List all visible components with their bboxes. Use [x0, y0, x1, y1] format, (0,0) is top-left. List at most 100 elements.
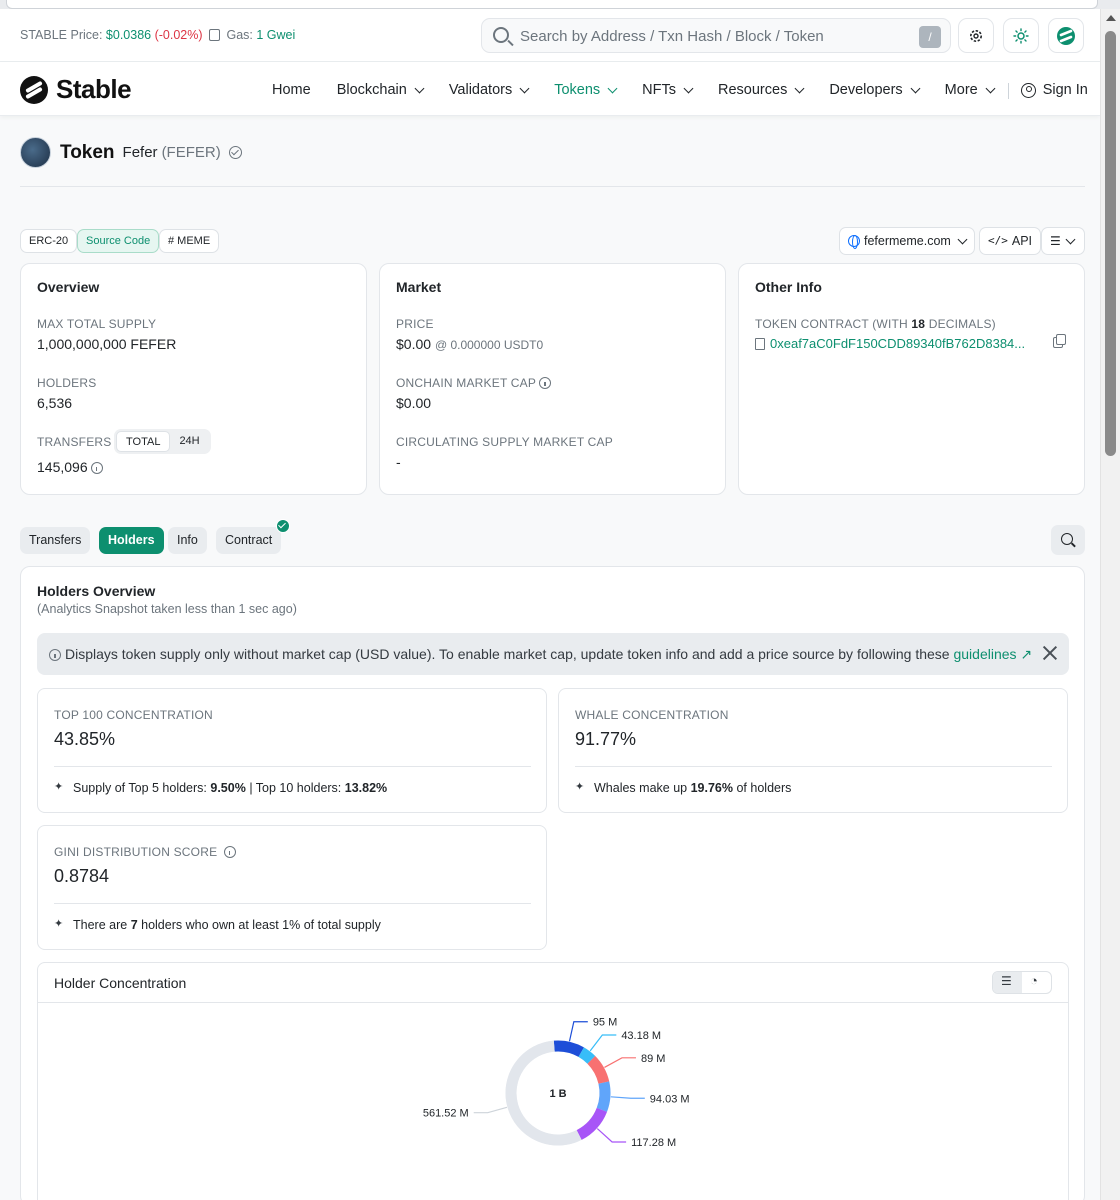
stat-value: 91.77% [575, 729, 637, 749]
donut-slice[interactable] [553, 1040, 584, 1058]
donut-slice[interactable] [587, 1055, 610, 1085]
search-icon [1061, 533, 1073, 545]
donut-slice[interactable] [578, 1047, 596, 1064]
guidelines-link[interactable]: guidelines ↗ [953, 646, 1032, 662]
holders-search-button[interactable] [1051, 525, 1085, 555]
nav-label: Blockchain [336, 82, 407, 98]
brand-logo[interactable]: Stable [20, 74, 132, 105]
token-contract-label: TOKEN CONTRACT (WITH 18 DECIMALS) [755, 317, 996, 331]
help-icon[interactable] [539, 377, 552, 389]
website-dropdown[interactable]: fefermeme.com [839, 227, 975, 255]
info-icon [49, 649, 61, 661]
token-avatar [20, 137, 51, 168]
source-code-badge[interactable]: Source Code [77, 229, 160, 253]
search-shortcut-key: / [919, 26, 941, 48]
sparkle-icon [575, 780, 586, 794]
circ-mcap-value: - [396, 454, 401, 470]
tab-holders[interactable]: Holders [99, 527, 164, 554]
page-title: Token [60, 141, 115, 163]
main-nav: Stable Home Blockchain Validators Tokens… [0, 62, 1100, 116]
donut-center-label: 1 B [549, 1088, 566, 1100]
note-text: Whales make up [594, 781, 688, 795]
more-options-dropdown[interactable]: ☰ [1041, 227, 1085, 255]
tab-transfers[interactable]: Transfers [20, 527, 91, 554]
scrollbar[interactable] [1100, 9, 1120, 1200]
sparkle-icon [54, 917, 65, 931]
note-value: 13.82% [344, 781, 388, 795]
stat-label: WHALE CONCENTRATION [575, 708, 729, 722]
nav-item-validators[interactable]: Validators [449, 81, 530, 99]
nav-item-developers[interactable]: Developers [829, 81, 921, 99]
stat-value: 43.85% [54, 729, 116, 749]
info-icon[interactable] [223, 846, 236, 858]
card-title: Overview [37, 279, 100, 295]
nav-item-more[interactable]: More [944, 81, 996, 99]
nav-item-home[interactable]: Home [272, 81, 311, 99]
nav-item-resources[interactable]: Resources [718, 81, 805, 99]
tab-info[interactable]: Info [168, 527, 207, 554]
settings-button[interactable] [958, 18, 994, 53]
chevron-down-icon [1065, 234, 1076, 244]
search-icon [493, 27, 509, 43]
contract-address-link[interactable]: 0xeaf7aC0FdF150CDD89340fB762D8384... [755, 336, 1025, 351]
24h-toggle[interactable]: 24H [170, 431, 208, 452]
slice-label: 95 M [593, 1017, 617, 1029]
nav-label: Developers [829, 82, 903, 98]
search-bar[interactable]: / [481, 18, 951, 53]
slice-leader-line [610, 1096, 645, 1099]
other-info-card: Other Info TOKEN CONTRACT (WITH 18 DECIM… [738, 263, 1085, 495]
chevron-down-icon [957, 234, 968, 244]
pie-chart-icon[interactable] [1022, 972, 1051, 993]
verified-check-icon [276, 519, 290, 533]
gas-value[interactable]: 1 Gwei [256, 28, 295, 42]
slice-leader-line [568, 1021, 588, 1042]
whale-concentration-card: WHALE CONCENTRATION 91.77% Whales make u… [558, 688, 1068, 813]
verified-check-icon[interactable] [228, 146, 242, 159]
meme-tag-badge[interactable]: # MEME [159, 229, 220, 253]
sign-in-link[interactable]: Sign In [1020, 81, 1088, 99]
donut-slice[interactable] [576, 1107, 607, 1140]
erc20-badge: ERC-20 [20, 229, 78, 253]
alert-text: Displays token supply only without marke… [49, 646, 1032, 663]
overview-card: Overview MAX TOTAL SUPPLY 1,000,000,000 … [20, 263, 367, 495]
donut-slice[interactable] [596, 1081, 611, 1112]
stat-note: There are 7 holders who own at least 1% … [54, 917, 381, 933]
network-button[interactable] [1048, 18, 1084, 53]
price-label: PRICE [396, 317, 434, 331]
stable-logo-icon [1057, 26, 1075, 45]
tab-contract[interactable]: Contract [216, 527, 282, 554]
nav-item-blockchain[interactable]: Blockchain [336, 81, 425, 99]
stat-label: GINI DISTRIBUTION SCORE [54, 845, 236, 859]
nav-item-tokens[interactable]: Tokens [554, 81, 618, 99]
api-button[interactable]: </> API [979, 227, 1042, 255]
donut-slice[interactable] [505, 1040, 582, 1146]
page: STABLE Price: $0.0386 (-0.02%) Gas: 1 Gw… [0, 9, 1100, 1200]
chevron-down-icon [414, 83, 425, 93]
copy-icon[interactable] [1053, 334, 1066, 348]
holder-concentration-title: Holder Concentration [54, 975, 187, 991]
list-view-icon[interactable] [993, 972, 1022, 993]
contract-address: 0xeaf7aC0FdF150CDD89340fB762D8384... [770, 336, 1026, 351]
close-icon[interactable] [1042, 645, 1058, 661]
browser-tab-edge [6, 0, 1098, 9]
holder-concentration-chart: 95 M 43.18 M 89 M 94.03 M 117.28 M 561.52 M 1 … [423, 1017, 690, 1149]
price-alt: @ 0.000000 USDT0 [434, 338, 544, 352]
info-icon[interactable] [90, 462, 103, 474]
scrollbar-thumb[interactable] [1105, 31, 1116, 456]
theme-toggle-button[interactable] [1003, 18, 1039, 53]
transfers-label: TRANSFERS [37, 435, 112, 449]
chevron-down-icon [607, 83, 618, 93]
holders-value: 6,536 [37, 395, 73, 411]
price-label: STABLE Price: [20, 28, 103, 42]
nav-label: More [944, 82, 978, 98]
total-toggle[interactable]: TOTAL [116, 431, 171, 452]
scroll-up-arrow[interactable] [1106, 15, 1116, 21]
guidelines-label: guidelines [953, 646, 1017, 662]
chevron-down-icon [985, 83, 996, 93]
globe-icon [848, 235, 860, 249]
card-title: Other Info [755, 279, 822, 295]
stable-logo-icon [20, 75, 48, 104]
max-supply-label: MAX TOTAL SUPPLY [37, 317, 157, 331]
search-input[interactable] [520, 26, 910, 46]
nav-item-nfts[interactable]: NFTs [642, 81, 694, 99]
